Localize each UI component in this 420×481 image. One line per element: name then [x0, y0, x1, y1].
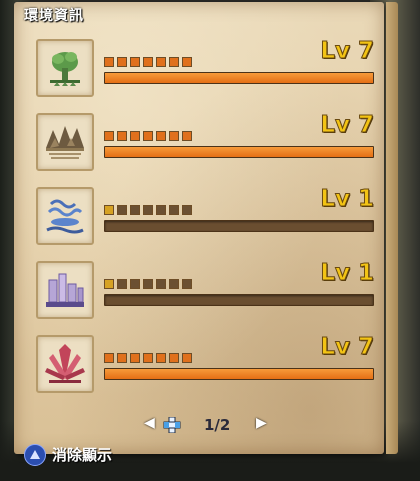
level-dot: [130, 205, 140, 215]
level-label: Lv 7: [320, 334, 375, 361]
water-icon: [36, 187, 94, 245]
panel-scroll-edge: [386, 2, 398, 454]
level-label: Lv 7: [320, 112, 375, 139]
level-dot: [156, 131, 166, 141]
next-page-arrow[interactable]: ▶: [256, 415, 267, 431]
level-dot: [143, 279, 153, 289]
progress-bar: [104, 294, 374, 306]
level-label: Lv 7: [320, 38, 375, 65]
level-dot: [104, 57, 114, 67]
level-dot: [169, 205, 179, 215]
progress-bar: [104, 146, 374, 158]
progress-fill: [105, 147, 373, 157]
level-dot: [104, 279, 114, 289]
level-dot: [156, 353, 166, 363]
env-row[interactable]: Lv 7: [36, 334, 376, 397]
level-dot: [169, 279, 179, 289]
level-dots: [104, 126, 195, 145]
level-dots: [104, 274, 195, 293]
env-row[interactable]: Lv 7: [36, 112, 376, 175]
level-dots: [104, 52, 195, 71]
progress-fill: [105, 369, 373, 379]
level-dots: [104, 200, 195, 219]
env-row[interactable]: Lv 1: [36, 186, 376, 249]
page-indicator: 1/2: [204, 416, 231, 434]
progress-fill: [105, 73, 373, 83]
prev-page-arrow[interactable]: ◀: [144, 415, 155, 431]
level-dot: [143, 353, 153, 363]
ruins-icon: [36, 261, 94, 319]
level-dot: [143, 205, 153, 215]
level-dot: [169, 57, 179, 67]
level-dot: [104, 131, 114, 141]
pager: ◀ 1/2 ▶: [144, 415, 274, 437]
level-dot: [182, 353, 192, 363]
progress-bar: [104, 368, 374, 380]
level-dots: [104, 348, 195, 367]
env-row[interactable]: Lv 7: [36, 38, 376, 101]
level-dot: [130, 57, 140, 67]
level-label: Lv 1: [320, 186, 375, 213]
level-dot: [130, 279, 140, 289]
cliff-icon: [36, 113, 94, 171]
level-dot: [117, 205, 127, 215]
level-dot: [169, 353, 179, 363]
level-dot: [104, 205, 114, 215]
level-dot: [117, 353, 127, 363]
level-dot: [169, 131, 179, 141]
level-dot: [156, 279, 166, 289]
hide-display-label: 消除顯示: [52, 446, 113, 464]
env-row[interactable]: Lv 1: [36, 260, 376, 323]
level-dot: [143, 131, 153, 141]
progress-bar: [104, 72, 374, 84]
level-dot: [143, 57, 153, 67]
level-dot: [117, 57, 127, 67]
crystal-icon: [36, 335, 94, 393]
level-dot: [182, 279, 192, 289]
level-dot: [117, 279, 127, 289]
triangle-button-icon: [24, 444, 46, 466]
level-label: Lv 1: [320, 260, 375, 287]
dpad-icon: [163, 417, 181, 433]
tree-icon: [36, 39, 94, 97]
level-dot: [182, 131, 192, 141]
level-dot: [156, 57, 166, 67]
level-dot: [117, 131, 127, 141]
level-dot: [104, 353, 114, 363]
level-dot: [182, 205, 192, 215]
panel-title: 環境資訊: [24, 8, 84, 24]
level-dot: [130, 131, 140, 141]
level-dot: [130, 353, 140, 363]
progress-bar: [104, 220, 374, 232]
level-dot: [182, 57, 192, 67]
level-dot: [156, 205, 166, 215]
environment-info-panel: 環境資訊 Lv 7 Lv 7 Lv 1 Lv 1 Lv 7 ◀ 1/2 ▶: [14, 2, 398, 454]
